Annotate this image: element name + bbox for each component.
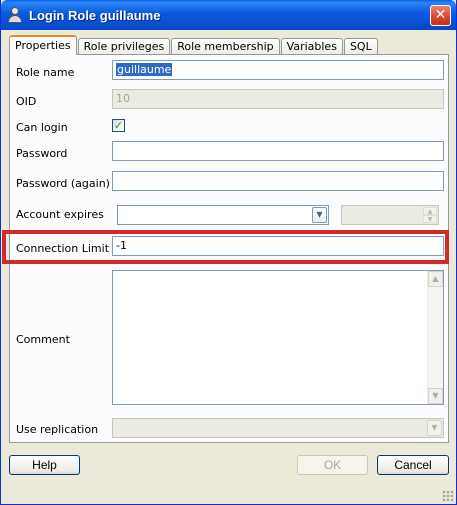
oid-input: 10 [112,89,444,109]
role-name-label: Role name [16,66,75,79]
comment-scrollbar[interactable]: ▲ ▼ [427,271,443,404]
tab-properties[interactable]: Properties [9,35,77,55]
properties-panel: Role name guillaume OID 10 Can login ✓ P… [9,54,449,443]
dropdown-arrow-icon: ▼ [427,420,442,436]
spin-down-icon: ▼ [423,215,437,223]
comment-label: Comment [16,333,70,346]
can-login-checkbox[interactable]: ✓ [112,119,125,132]
spinner-arrows: ▲ ▼ [423,207,437,223]
resize-grip[interactable] [442,490,454,502]
spin-up-icon: ▲ [423,207,437,215]
use-replication-label: Use replication [16,423,99,436]
dropdown-arrow-icon[interactable]: ▼ [312,207,327,223]
tab-variables[interactable]: Variables [280,38,343,55]
password-label: Password [16,147,68,160]
password-again-input[interactable] [112,171,444,191]
close-button[interactable]: ✕ [430,5,451,26]
user-icon [7,7,23,23]
connection-limit-input[interactable]: -1 [112,236,444,256]
help-button[interactable]: Help [9,455,80,475]
scroll-up-icon[interactable]: ▲ [428,271,443,287]
account-expires-label: Account expires [16,208,104,221]
comment-textarea[interactable]: ▲ ▼ [112,270,444,405]
role-name-value: guillaume [116,63,173,76]
connection-limit-label: Connection Limit [16,242,110,255]
password-input[interactable] [112,141,444,161]
tab-role-privileges[interactable]: Role privileges [77,38,171,55]
use-replication-combo: ▼ [112,418,444,438]
ok-button: OK [297,455,368,475]
cancel-button[interactable]: Cancel [377,455,449,475]
can-login-label: Can login [16,121,68,134]
tab-sql[interactable]: SQL [343,38,378,55]
account-expires-time-spinner: ▲ ▼ [341,205,439,225]
title-bar[interactable]: Login Role guillaume ✕ [1,0,456,30]
role-name-input[interactable]: guillaume [112,60,444,80]
tab-role-membership[interactable]: Role membership [171,38,280,55]
account-expires-date-combo[interactable]: ▼ [117,205,329,225]
password-again-label: Password (again) [16,177,110,190]
login-role-dialog: Login Role guillaume ✕ Properties Role p… [0,0,457,505]
window-title: Login Role guillaume [29,7,161,23]
scroll-down-icon[interactable]: ▼ [428,388,443,404]
oid-label: OID [16,95,37,108]
tab-bar: Properties Role privileges Role membersh… [9,35,379,55]
